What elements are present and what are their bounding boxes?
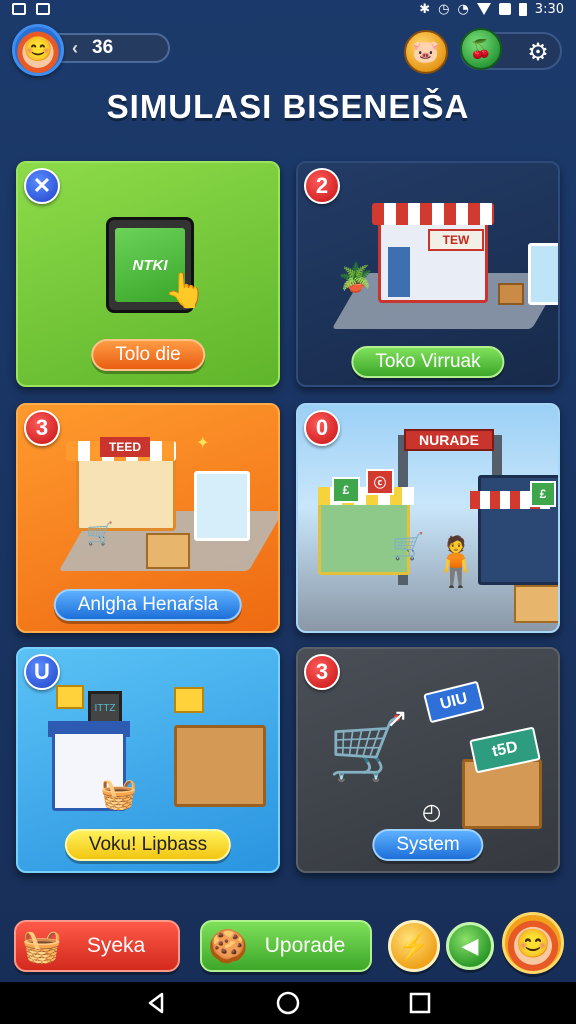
plant-icon: 🪴	[338, 262, 373, 293]
count-badge: 3	[24, 410, 60, 446]
bottom-bar: 🧺 Syeka 🍪 Uporade ⚡ ◀ 😊	[0, 906, 576, 982]
sign-icon	[56, 685, 84, 709]
gem-icon[interactable]: 🍒	[460, 28, 502, 70]
market-illustration: TEED 🛒 ✦	[58, 435, 278, 581]
card-anlgha-henarsla[interactable]: 3 TEED 🛒 ✦ Anlgha Henaŕsla	[16, 403, 280, 633]
market-stall	[76, 451, 176, 531]
card-button[interactable]: Tolo die	[91, 339, 205, 371]
count-badge: 2	[304, 168, 340, 204]
system-illustration: 🛒 ↗ UIU t5D ◴	[322, 679, 552, 839]
avatar-face-icon: 😊	[23, 36, 53, 63]
status-right: ✱ ◷ ◔ 3:30	[419, 2, 564, 17]
market-sign: TEED	[100, 437, 150, 457]
gear-icon[interactable]: ⚙	[522, 36, 554, 68]
shelf-icon	[194, 471, 250, 541]
coin-icon[interactable]: 🐷	[404, 30, 448, 74]
tag-label: UIU	[423, 680, 485, 724]
box-icon	[146, 533, 190, 569]
kiosk-screen: ITTZ	[88, 691, 122, 725]
upgrade-icon: 🍪	[208, 928, 248, 964]
card-button[interactable]: Toko Virruak	[351, 346, 505, 378]
price-sign-icon: £	[332, 477, 360, 503]
nav-bar	[0, 982, 576, 1024]
card-button[interactable]: Voku! Lipbass	[64, 829, 232, 861]
clock-icon: ◔	[457, 1, 469, 17]
card-button[interactable]: System	[372, 829, 484, 861]
sign-icon	[174, 687, 204, 713]
wifi-icon	[476, 3, 491, 15]
card-button[interactable]: Anlgha Henaŕsla	[53, 589, 243, 621]
home-icon[interactable]	[276, 991, 300, 1015]
status-time: 3:30	[534, 1, 564, 17]
mail-icon	[12, 3, 26, 15]
box-icon	[462, 759, 542, 829]
bluetooth-icon: ✱	[419, 1, 431, 17]
box-icon	[498, 283, 524, 305]
close-badge[interactable]: ✕	[24, 168, 60, 204]
alarm-icon: ◷	[438, 1, 450, 17]
cart-icon: 🛒	[392, 531, 425, 561]
sparkle-icon: ✦	[196, 435, 210, 452]
price-sign-icon: £	[530, 481, 556, 507]
status-left	[12, 3, 50, 15]
syeka-label: Syeka	[86, 934, 146, 957]
box-icon	[174, 725, 266, 807]
shop-door	[388, 247, 410, 297]
upgrade-label: Uporade	[264, 934, 346, 957]
gate-sign: NURADE	[404, 429, 494, 451]
card-voku-lipbass[interactable]: U ITTZ 🧺 Voku! Lipbass	[16, 647, 280, 873]
profile-avatar-icon[interactable]: 😊	[502, 912, 564, 974]
kiosk-illustration: ITTZ 🧺	[48, 681, 278, 831]
cart-icon: 🛒	[86, 521, 114, 546]
edit-icon	[36, 3, 50, 15]
page-title: SIMULASI BISENEIŠA	[106, 88, 470, 125]
marketplace-illustration: NURADE £ ⓒ £ 🛒 🧍	[318, 425, 558, 625]
player-avatar[interactable]: 😊	[12, 24, 64, 76]
signal-icon	[498, 3, 511, 15]
back-icon[interactable]	[144, 991, 168, 1015]
pointing-hand-icon: 👆	[164, 272, 207, 310]
clock-icon: ◴	[422, 799, 442, 824]
shopper-icon: 🧍	[426, 536, 486, 589]
box-icon	[514, 585, 558, 623]
upgrade-button[interactable]: 🍪 Uporade	[200, 920, 372, 972]
lightning-icon[interactable]: ⚡	[388, 920, 440, 972]
shop-illustration: TEW 🪴	[331, 203, 558, 329]
chevron-left-icon: ‹	[72, 37, 78, 58]
basket-icon: 🧺	[22, 928, 62, 964]
card-toko-virruak[interactable]: 2 TEW 🪴 Toko Virruak	[296, 161, 560, 387]
card-marketplace[interactable]: 0 NURADE £ ⓒ £ 🛒 🧍	[296, 403, 560, 633]
arrow-left-icon[interactable]: ◀	[446, 922, 494, 970]
price-sign-icon: ⓒ	[366, 469, 394, 495]
fridge-icon	[528, 243, 558, 305]
syeka-button[interactable]: 🧺 Syeka	[14, 920, 180, 972]
recents-icon[interactable]	[408, 991, 432, 1015]
card-system[interactable]: 3 🛒 ↗ UIU t5D ◴ System	[296, 647, 560, 873]
arrow-icon: ↗	[386, 703, 408, 733]
top-bar: ‹ 36 😊 🐷 🍒 ⚙	[0, 22, 576, 78]
battery-icon	[518, 2, 527, 16]
shop-sign: TEW	[428, 229, 484, 251]
card-tolo-die[interactable]: ✕ NTKI 👆 Tolo die	[16, 161, 280, 387]
basket-icon: 🧺	[100, 778, 138, 811]
shop-awning	[372, 203, 494, 225]
status-bar: ✱ ◷ ◔ 3:30	[0, 0, 576, 18]
level-value: 36	[92, 37, 114, 58]
